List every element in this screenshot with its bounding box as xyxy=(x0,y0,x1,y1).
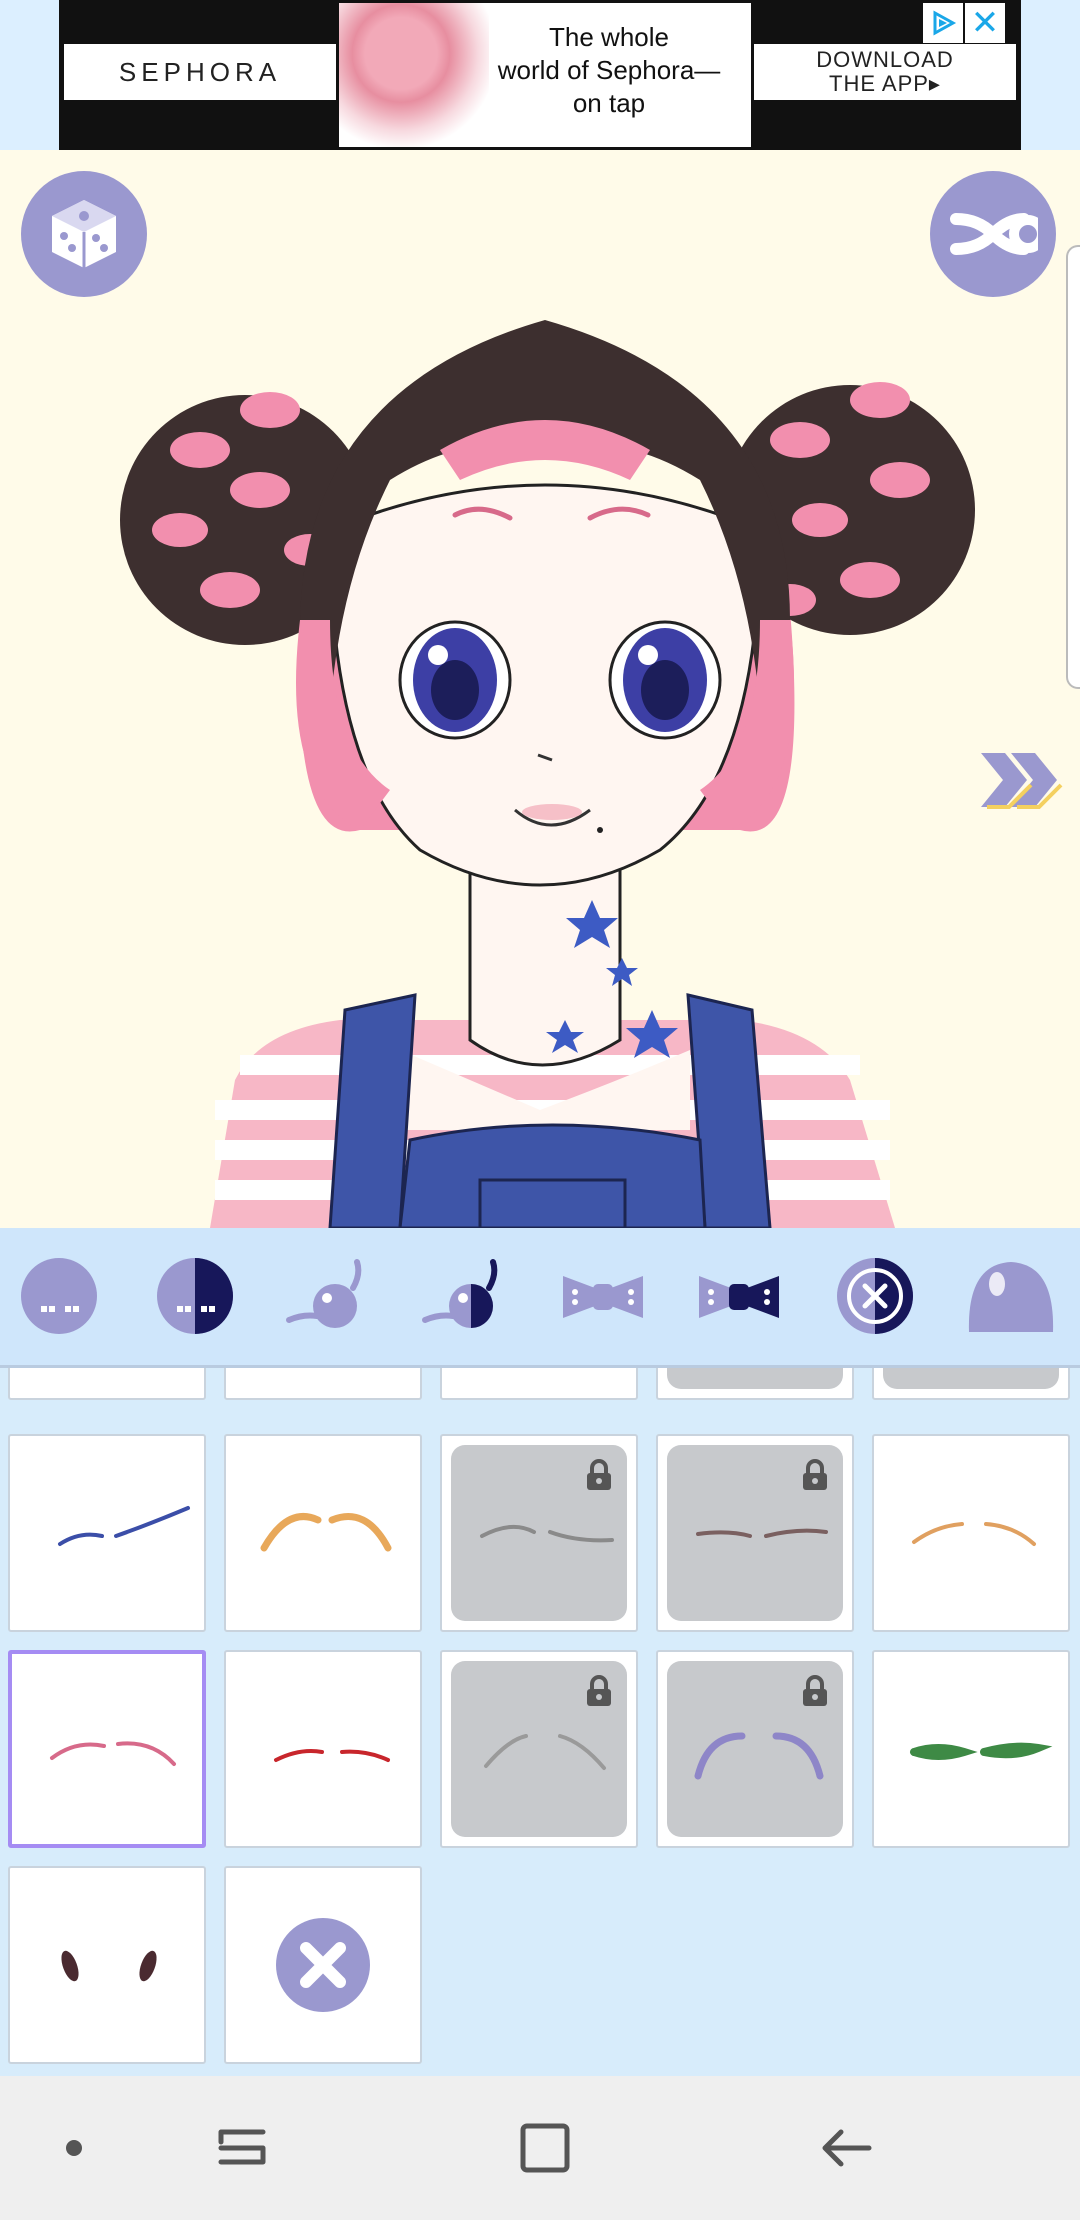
random-button[interactable] xyxy=(21,171,147,297)
option-tile-partial[interactable] xyxy=(224,1368,422,1400)
category-hair[interactable] xyxy=(963,1248,1059,1344)
back-icon xyxy=(822,2129,872,2167)
category-eye[interactable] xyxy=(283,1248,379,1344)
nav-back-button[interactable] xyxy=(787,2076,907,2220)
bow-shade-icon xyxy=(699,1276,779,1318)
ad-cta-line-2: THE APP▸ xyxy=(829,71,941,96)
ad-headline-line-3: on tap xyxy=(572,88,646,118)
ad-headline: The whole world of Sephora— on tap xyxy=(479,21,739,120)
shuffle-icon xyxy=(950,213,1038,255)
option-tile-partial[interactable] xyxy=(8,1368,206,1400)
eyebrow-preview xyxy=(61,1950,157,1982)
option-tile-selected[interactable] xyxy=(8,1650,206,1848)
eyebrow-preview xyxy=(58,1506,190,1546)
adchoices-icon[interactable] xyxy=(923,3,963,43)
option-tile[interactable] xyxy=(656,1650,854,1848)
bow-icon xyxy=(563,1276,643,1318)
face-shade-icon xyxy=(157,1258,233,1334)
ad-download-button[interactable]: DOWNLOAD THE APP▸ xyxy=(754,44,1016,100)
side-panel-handle[interactable] xyxy=(1066,245,1080,689)
ad-container[interactable]: SEPHORA The whole world of Sephora— on t… xyxy=(59,0,1021,150)
lock-icon xyxy=(803,1459,827,1490)
option-grid xyxy=(0,1368,1080,2076)
option-tile[interactable] xyxy=(8,1866,206,2064)
lock-icon xyxy=(587,1675,611,1706)
ad-headline-line-2: world of Sephora— xyxy=(497,55,721,85)
eye-shade-icon xyxy=(422,1259,498,1328)
option-none-tile[interactable] xyxy=(224,1866,422,2064)
eyebrow-preview xyxy=(912,1522,1036,1546)
option-tile[interactable] xyxy=(224,1434,422,1632)
nav-recents-button[interactable] xyxy=(183,2076,303,2220)
eye-icon xyxy=(286,1259,362,1328)
ad-image[interactable]: The whole world of Sephora— on tap xyxy=(339,3,751,147)
option-tile-partial[interactable] xyxy=(656,1368,854,1400)
ad-close-button[interactable]: ✕ xyxy=(965,3,1005,43)
eyebrow-preview xyxy=(274,1749,390,1762)
option-tile[interactable] xyxy=(440,1650,638,1848)
category-face-base[interactable] xyxy=(11,1248,107,1344)
none-circle-icon xyxy=(837,1258,913,1334)
option-tile[interactable] xyxy=(656,1434,854,1632)
option-tile[interactable] xyxy=(440,1434,638,1632)
category-bow[interactable] xyxy=(555,1248,651,1344)
ad-brand[interactable]: SEPHORA xyxy=(64,44,336,100)
home-icon xyxy=(520,2123,570,2173)
nav-home-button[interactable] xyxy=(485,2076,605,2220)
shuffle-button[interactable] xyxy=(930,171,1056,297)
avatar-character xyxy=(120,320,975,1228)
recents-icon xyxy=(218,2129,266,2165)
nav-dot-button[interactable] xyxy=(14,2076,134,2220)
eyebrow-preview xyxy=(260,1513,392,1552)
ad-cta-line-1: DOWNLOAD xyxy=(816,47,954,72)
hair-blob-icon xyxy=(968,1262,1054,1332)
dot-icon xyxy=(66,2140,82,2156)
makeup-powder-image xyxy=(339,3,489,147)
option-tile[interactable] xyxy=(224,1650,422,1848)
option-tile[interactable] xyxy=(872,1650,1070,1848)
option-tile-partial[interactable] xyxy=(440,1368,638,1400)
avatar-preview xyxy=(0,150,1080,1228)
system-nav-bar xyxy=(0,2076,1080,2220)
lock-icon xyxy=(587,1459,611,1490)
eyebrow-preview xyxy=(910,1742,1053,1760)
ad-banner[interactable]: SEPHORA The whole world of Sephora— on t… xyxy=(0,0,1080,150)
category-eye-shade[interactable] xyxy=(419,1248,515,1344)
category-bow-shade[interactable] xyxy=(691,1248,787,1344)
face-base-icon xyxy=(21,1258,97,1334)
option-tile[interactable] xyxy=(872,1434,1070,1632)
next-button[interactable] xyxy=(975,745,1065,815)
category-bar xyxy=(0,1228,1080,1368)
category-face-shade[interactable] xyxy=(147,1248,243,1344)
dice-icon xyxy=(52,200,116,268)
ad-headline-line-1: The whole xyxy=(549,22,669,52)
eyebrow-preview xyxy=(50,1741,176,1766)
double-chevron-right-icon xyxy=(981,753,1063,809)
option-tile-partial[interactable] xyxy=(872,1368,1070,1400)
lock-icon xyxy=(803,1675,827,1706)
close-icon xyxy=(276,1918,370,2012)
category-none[interactable] xyxy=(827,1248,923,1344)
option-tile[interactable] xyxy=(8,1434,206,1632)
